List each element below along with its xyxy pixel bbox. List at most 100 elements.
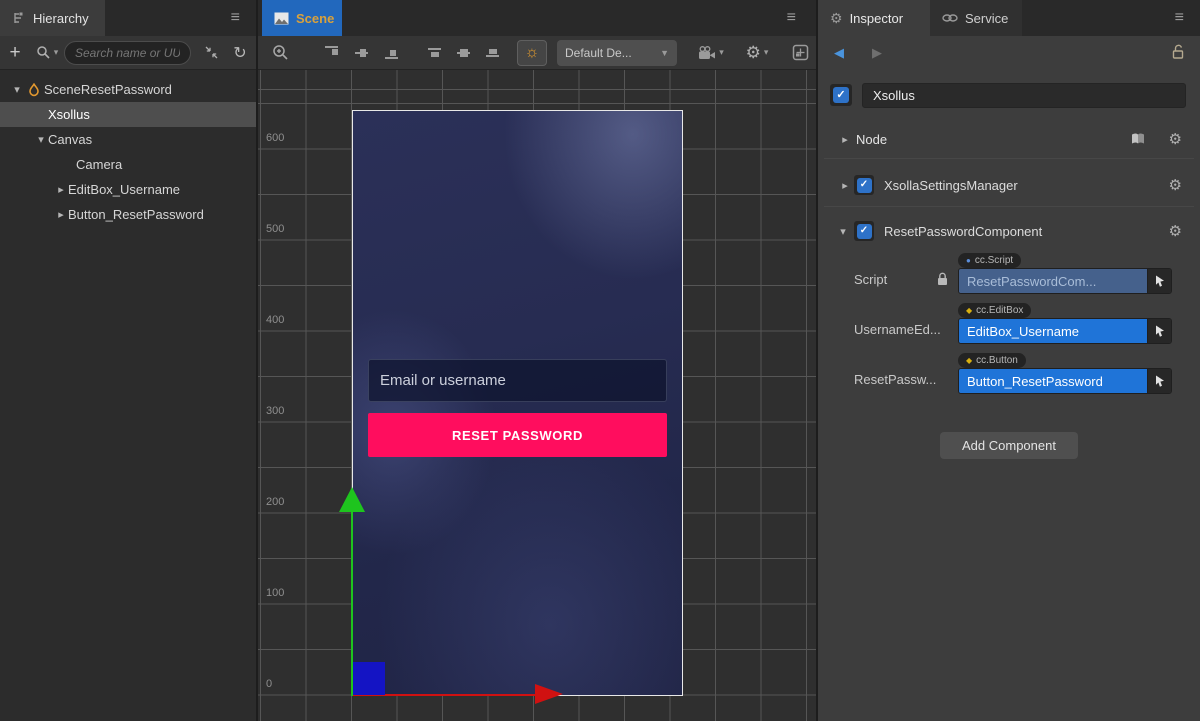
node-name-input[interactable]: Xsollus [862,83,1186,108]
align-left-icon[interactable] [420,44,449,61]
component-xsolla-settings-manager[interactable]: ▸ ✓ XsollaSettingsManager ⚙ [818,170,1200,200]
caret-down-icon[interactable]: ▾ [34,133,48,146]
device-preview-value: Default De... [565,46,632,60]
script-reference-field[interactable]: ResetPasswordCom... [958,268,1172,294]
tab-scene[interactable]: Scene [262,0,342,36]
tree-item-canvas[interactable]: ▾ Canvas [0,127,256,152]
tree-item-scene[interactable]: ▾ SceneResetPassword [0,77,256,102]
dropdown-arrow-icon: ▼ [660,48,669,58]
node-active-checkbox[interactable]: ✓ [830,84,852,106]
add-component-label: Add Component [962,438,1056,453]
scene-viewport[interactable]: 600 500 400 300 200 100 0 Email or usern… [258,70,816,721]
reset-password-label: RESET PASSWORD [452,428,583,443]
tree-item-button-resetpassword[interactable]: ▸ Button_ResetPassword [0,202,256,227]
tree-item-label: EditBox_Username [68,182,180,197]
property-label-reset-password-button: ResetPassw... [854,372,936,387]
tree-item-label: Xsollus [48,107,90,122]
caret-right-icon[interactable]: ▸ [54,208,68,221]
hierarchy-title: Hierarchy [33,11,89,26]
tree-item-xsollus[interactable]: Xsollus [0,102,256,127]
reset-button-reference-field[interactable]: Button_ResetPassword [958,368,1172,394]
reference-picker-button[interactable] [1147,269,1171,293]
username-editbox-reference-value: EditBox_Username [959,319,1147,343]
scene-menu-icon[interactable]: ≡ [787,0,796,36]
history-back-button[interactable]: ◀ [834,45,844,61]
add-component-button[interactable]: Add Component [940,432,1078,459]
help-book-icon[interactable] [1130,132,1146,146]
game-preview-canvas[interactable]: Email or username RESET PASSWORD [352,110,683,696]
search-input[interactable] [64,41,191,65]
divider [824,206,1194,207]
preview-reset-password-button[interactable]: RESET PASSWORD [368,413,667,457]
caret-down-icon[interactable]: ▾ [10,83,24,96]
hierarchy-panel: Hierarchy ≡ + ▾ ↻ ▾ SceneResetPassword X… [0,0,256,721]
tab-hierarchy[interactable]: Hierarchy [0,0,105,36]
caret-right-icon[interactable]: ▸ [838,179,852,192]
scene-tab-icon [274,12,289,25]
ruler-label: 300 [266,405,284,417]
caret-right-icon[interactable]: ▸ [54,183,68,196]
tree-item-editbox-username[interactable]: ▸ EditBox_Username [0,177,256,202]
caret-right-icon[interactable]: ▸ [838,133,852,146]
username-editbox-reference-field[interactable]: EditBox_Username [958,318,1172,344]
layout-grid-icon[interactable] [785,44,815,61]
service-tab-label: Service [965,11,1008,26]
caret-down-icon[interactable]: ▾ [836,225,850,238]
cc-button-diamond-icon: ◆ [966,357,972,365]
collapse-all-icon[interactable] [195,45,227,60]
component-reset-password[interactable]: ▾ ✓ ResetPasswordComponent ⚙ [818,216,1200,246]
inspector-menu-icon[interactable]: ≡ [1175,0,1184,36]
cc-editbox-diamond-icon: ◆ [966,307,972,315]
inspector-tab-label: Inspector [850,11,903,26]
device-preview-dropdown[interactable]: Default De... ▼ [557,40,677,66]
ruler-label: 200 [266,496,284,508]
origin-gizmo-square[interactable] [353,662,385,695]
caret-down-icon: ▾ [719,47,724,58]
align-h-center-icon[interactable] [449,44,478,61]
align-top-icon[interactable] [316,44,346,61]
node-name-value: Xsollus [873,88,915,103]
preview-editbox-username[interactable]: Email or username [368,359,667,402]
scene-toolbar: ☼ Default De... ▼ ▾ ⚙ ▾ [258,36,816,70]
gear-icon[interactable]: ⚙ [1169,224,1182,239]
reference-picker-button[interactable] [1147,369,1171,393]
type-badge-label: cc.Script [975,255,1013,266]
align-right-icon[interactable] [478,44,507,61]
align-v-center-icon[interactable] [346,44,376,61]
hierarchy-tabbar: Hierarchy ≡ [0,0,256,36]
tree-item-label: Camera [76,157,122,172]
tab-service[interactable]: Service [930,0,1022,36]
tree-item-label: SceneResetPassword [44,82,172,97]
camera-view-button[interactable]: ▾ [693,46,729,60]
y-axis-arrow-icon[interactable] [339,487,365,512]
reference-picker-button[interactable] [1147,319,1171,343]
component-enabled-checkbox[interactable]: ✓ [854,221,874,241]
hierarchy-menu-icon[interactable]: ≡ [231,0,240,36]
zoom-icon[interactable] [258,44,302,61]
type-badge-cc-script: ● cc.Script [958,253,1021,268]
x-axis-arrow-icon[interactable] [535,684,563,704]
hierarchy-toolbar: + ▾ ↻ [0,36,256,70]
component-enabled-checkbox[interactable]: ✓ [854,175,874,195]
gear-icon[interactable]: ⚙ [1169,178,1182,193]
scene-settings-button[interactable]: ⚙ ▾ [739,44,775,61]
history-forward-button[interactable]: ▶ [872,45,882,61]
hierarchy-tree: ▾ SceneResetPassword Xsollus ▾ Canvas Ca… [0,77,256,227]
tab-inspector[interactable]: ⚙ Inspector [818,0,930,36]
type-badge-label: cc.EditBox [976,305,1023,316]
align-bottom-icon[interactable] [376,44,406,61]
lock-icon [936,272,949,286]
gizmo-toggle-button[interactable]: ☼ [517,40,547,66]
gear-icon[interactable]: ⚙ [1169,132,1182,147]
search-filter-button[interactable]: ▾ [30,45,64,60]
unlock-icon[interactable] [1171,44,1186,60]
tree-item-camera[interactable]: Camera [0,152,256,177]
component-name-label: ResetPasswordComponent [884,224,1042,239]
type-badge-cc-editbox: ◆ cc.EditBox [958,303,1031,318]
ruler-label: 500 [266,223,284,235]
create-node-button[interactable]: + [0,42,30,64]
scene-flame-icon [24,83,44,97]
node-section-header[interactable]: ▸ Node ⚙ [818,124,1200,154]
refresh-icon[interactable]: ↻ [227,43,253,63]
editbox-placeholder: Email or username [380,372,506,389]
